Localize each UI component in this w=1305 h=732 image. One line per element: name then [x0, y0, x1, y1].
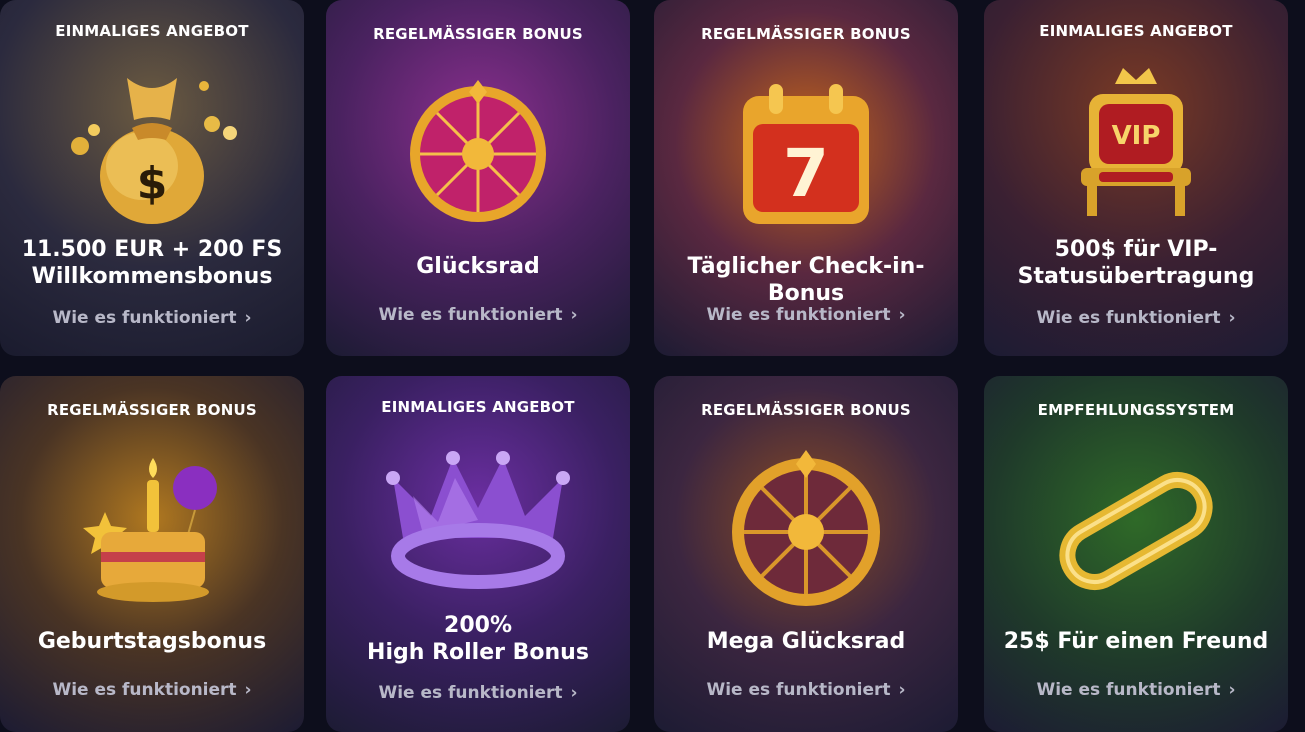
link-label: Wie es funktioniert	[52, 308, 237, 328]
bonus-grid: EINMALIGES ANGEBOT $ 11.500 EUR + 200 FS…	[0, 0, 1305, 732]
vip-label: VIP	[1112, 121, 1161, 151]
crown-icon	[383, 438, 573, 598]
card-tag: REGELMÄSSIGER BONUS	[701, 401, 911, 419]
bonus-card-birthday[interactable]: REGELMÄSSIGER BONUS Geburtstagsbonus Wie…	[0, 376, 304, 732]
card-title-line: 11.500 EUR + 200 FS	[21, 237, 283, 262]
chain-link-icon	[1041, 456, 1231, 606]
chevron-right-icon: ›	[570, 683, 578, 703]
chevron-right-icon: ›	[570, 305, 578, 325]
chevron-right-icon: ›	[898, 680, 906, 700]
link-label: Wie es funktioniert	[1036, 308, 1221, 328]
how-it-works-link[interactable]: Wie es funktioniert ›	[326, 305, 630, 325]
bonus-card-highroller[interactable]: EINMALIGES ANGEBOT 200% High Roller Bonu…	[326, 376, 630, 732]
chevron-right-icon: ›	[244, 680, 252, 700]
chevron-right-icon: ›	[244, 308, 252, 328]
chevron-right-icon: ›	[898, 305, 906, 325]
vip-throne-icon: VIP	[1071, 64, 1201, 220]
card-title-line: 200%	[444, 613, 512, 638]
card-title: Geburtstagsbonus	[37, 629, 267, 654]
how-it-works-link[interactable]: Wie es funktioniert ›	[0, 680, 304, 700]
how-it-works-link[interactable]: Wie es funktioniert ›	[0, 308, 304, 328]
card-tag: EMPFEHLUNGSSYSTEM	[1037, 401, 1235, 419]
card-tag: EINMALIGES ANGEBOT	[55, 22, 249, 40]
chevron-right-icon: ›	[1228, 680, 1236, 700]
card-title: 25$ Für einen Freund	[1003, 629, 1269, 654]
card-title: Täglicher Check-in-Bonus	[687, 254, 925, 306]
card-title: 11.500 EUR + 200 FS Willkommensbonus	[0, 236, 304, 290]
card-title: 200% High Roller Bonus	[326, 612, 630, 666]
card-tag: EINMALIGES ANGEBOT	[1039, 22, 1233, 40]
link-label: Wie es funktioniert	[378, 305, 563, 325]
card-title: 500$ für VIP- Statusübertragung	[984, 236, 1288, 290]
link-label: Wie es funktioniert	[52, 680, 237, 700]
birthday-cake-icon	[77, 452, 227, 612]
bonus-card-welcome[interactable]: EINMALIGES ANGEBOT $ 11.500 EUR + 200 FS…	[0, 0, 304, 356]
mega-wheel-icon	[726, 448, 886, 608]
card-tag: REGELMÄSSIGER BONUS	[373, 25, 583, 43]
how-it-works-link[interactable]: Wie es funktioniert ›	[654, 680, 958, 700]
how-it-works-link[interactable]: Wie es funktioniert ›	[984, 308, 1288, 328]
how-it-works-link[interactable]: Wie es funktioniert ›	[654, 305, 958, 325]
card-tag: REGELMÄSSIGER BONUS	[701, 25, 911, 43]
link-label: Wie es funktioniert	[706, 680, 891, 700]
bonus-card-wheel[interactable]: REGELMÄSSIGER BONUS Glücksrad Wie es fun…	[326, 0, 630, 356]
fortune-wheel-icon	[403, 76, 553, 226]
svg-text:$: $	[137, 158, 168, 209]
money-bag-icon: $	[62, 58, 242, 228]
how-it-works-link[interactable]: Wie es funktioniert ›	[326, 683, 630, 703]
card-title-line: Statusübertragung	[1017, 264, 1255, 289]
calendar-day: 7	[783, 135, 829, 212]
card-title: Glücksrad	[416, 254, 540, 279]
link-label: Wie es funktioniert	[1036, 680, 1221, 700]
card-tag: EINMALIGES ANGEBOT	[381, 398, 575, 416]
bonus-card-mega-wheel[interactable]: REGELMÄSSIGER BONUS Mega Glücksrad Wie e…	[654, 376, 958, 732]
bonus-card-vip[interactable]: EINMALIGES ANGEBOT VIP 500$ für VIP- Sta…	[984, 0, 1288, 356]
bonus-card-referral[interactable]: EMPFEHLUNGSSYSTEM 25$ Für einen Freund W…	[984, 376, 1288, 732]
card-title-line: 500$ für VIP-	[1054, 237, 1218, 262]
card-title: Mega Glücksrad	[706, 629, 906, 654]
how-it-works-link[interactable]: Wie es funktioniert ›	[984, 680, 1288, 700]
bonus-card-checkin[interactable]: REGELMÄSSIGER BONUS 7 Täglicher Check-in…	[654, 0, 958, 356]
link-label: Wie es funktioniert	[706, 305, 891, 325]
calendar-icon: 7	[731, 76, 881, 226]
card-tag: REGELMÄSSIGER BONUS	[47, 401, 257, 419]
link-label: Wie es funktioniert	[378, 683, 563, 703]
card-title-line: High Roller Bonus	[367, 640, 589, 665]
chevron-right-icon: ›	[1228, 308, 1236, 328]
card-title-line: Willkommensbonus	[31, 264, 273, 289]
